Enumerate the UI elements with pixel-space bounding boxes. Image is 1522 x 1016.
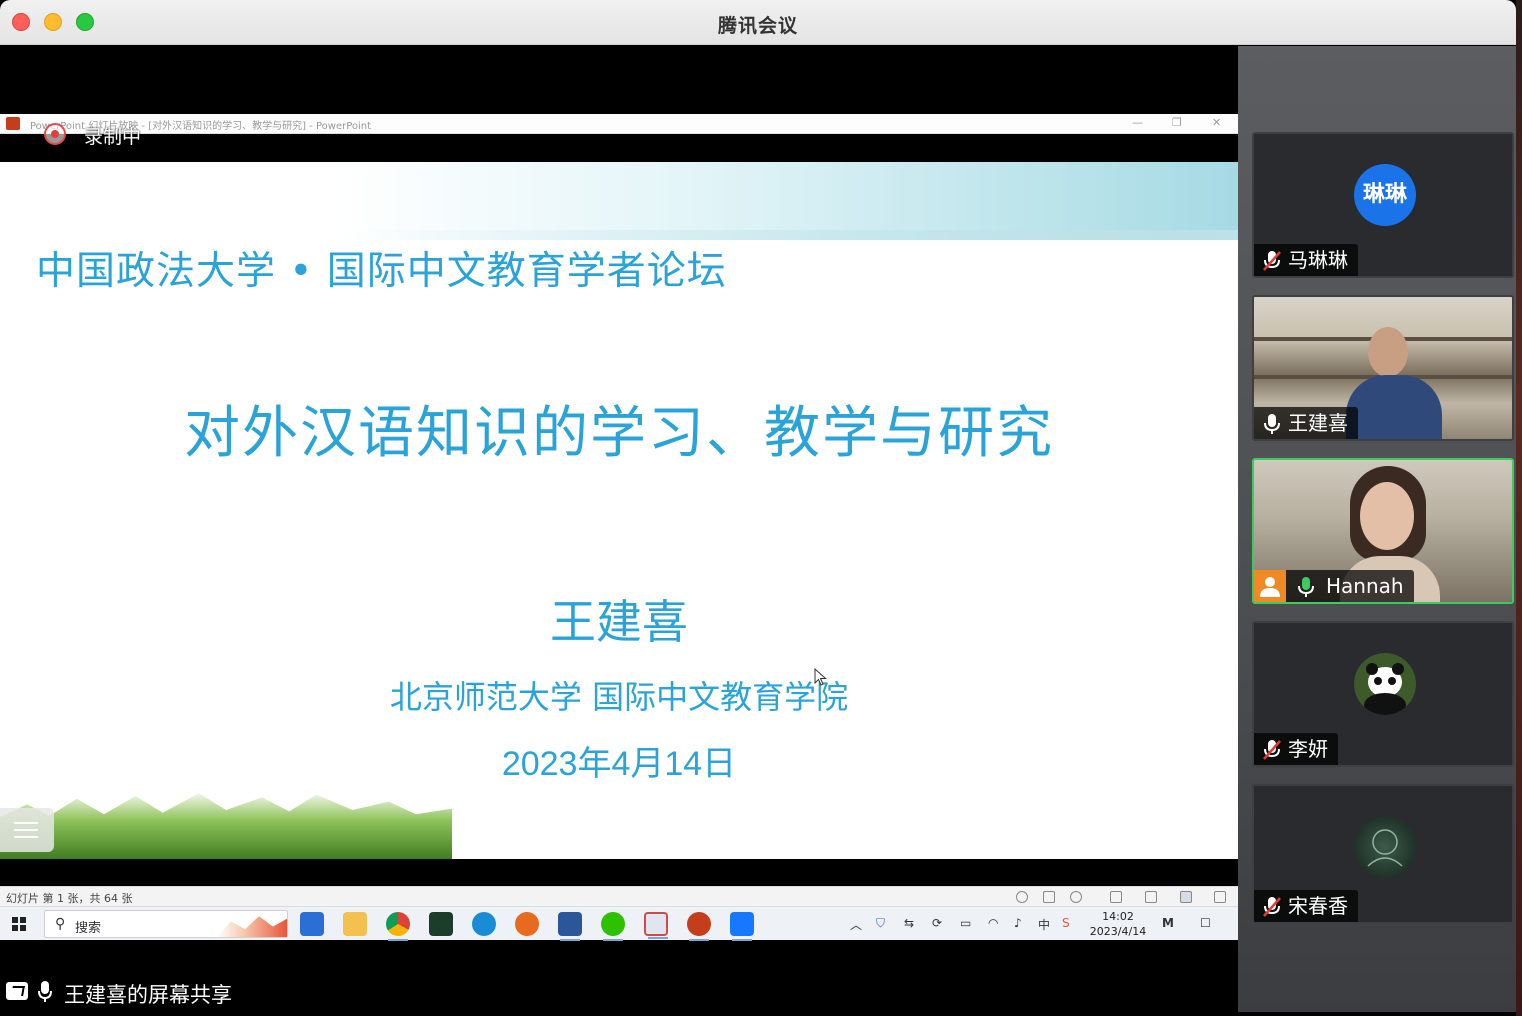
search-icon: ⚲: [55, 916, 66, 932]
ime-icon[interactable]: 中: [1038, 916, 1050, 933]
title-bar: 腾讯会议: [0, 0, 1516, 45]
recording-label: 录制中: [84, 126, 142, 148]
screen-share-label: 王建喜的屏幕共享: [0, 972, 500, 1012]
taskbar-search-box[interactable]: ⚲ 搜索: [44, 910, 288, 938]
participant-tile[interactable]: 琳琳 马琳琳: [1252, 132, 1514, 278]
chrome-icon[interactable]: [386, 912, 410, 941]
host-badge-icon: [1254, 570, 1286, 602]
avatar: 琳琳: [1354, 164, 1416, 226]
screen-tool-icon[interactable]: [644, 912, 668, 939]
wifi-icon[interactable]: ◠: [988, 916, 998, 930]
transfer-icon[interactable]: ⇆: [904, 916, 914, 930]
tray-expand-icon[interactable]: ︿: [850, 916, 862, 933]
participant-tile[interactable]: Hannah: [1252, 458, 1514, 604]
participant-tile[interactable]: 宋春香: [1252, 784, 1514, 924]
participant-name-tag: 王建喜: [1254, 407, 1358, 439]
next-slide-icon[interactable]: [1070, 891, 1082, 903]
participant-tile[interactable]: 王建喜: [1252, 295, 1514, 441]
participant-name: Hannah: [1326, 574, 1404, 598]
mic-icon: [1264, 414, 1280, 434]
slide-date: 2023年4月14日: [501, 745, 737, 783]
windows-taskbar: ⚲ 搜索 ︿ ⛉ ⇆ ⟳ ▭ ◠ ♪ 中 S 14:02 2023/4/14 M…: [0, 906, 1238, 941]
participant-name-tag: 宋春香: [1254, 890, 1358, 922]
ppt-status-bar: 幻灯片 第 1 张，共 64 张: [0, 886, 1238, 906]
participant-tile[interactable]: 李妍: [1252, 621, 1514, 767]
recording-icon: [44, 123, 66, 145]
sorter-view-icon[interactable]: [1145, 891, 1157, 903]
presentation-slide: 中国政法大学 • 国际中文教育学者论坛 对外汉语知识的学习、教学与研究 王建喜 …: [0, 162, 1238, 859]
panda-avatar-icon: [1354, 653, 1416, 715]
screen-share-icon: [6, 982, 28, 1000]
participant-name-tag: Hannah: [1286, 570, 1414, 602]
mic-muted-icon: [1263, 897, 1281, 917]
tencent-meeting-icon[interactable]: [730, 912, 754, 941]
shared-screen[interactable]: PowerPoint 幻灯片放映 - [对外汉语知识的学习、教学与研究] - P…: [0, 46, 1238, 970]
participant-name-tag: 马琳琳: [1254, 244, 1358, 276]
word-icon[interactable]: [558, 912, 582, 941]
taskbar-clock[interactable]: 14:02 2023/4/14: [1088, 909, 1148, 939]
slide-institution: 北京师范大学 国际中文教育学院: [389, 678, 849, 716]
mic-icon: [38, 980, 52, 1004]
slide-author: 王建喜: [550, 595, 688, 649]
sogou-icon[interactable]: S: [1062, 916, 1070, 930]
prev-slide-icon[interactable]: [1016, 891, 1028, 903]
slide-title: 对外汉语知识的学习、教学与研究: [184, 401, 1054, 466]
meeting-window: 腾讯会议 PowerPoint 幻灯片放映 - [对外汉语知识的学习、教学与研究…: [0, 0, 1522, 1016]
windows-start-icon[interactable]: [12, 917, 26, 931]
sync-icon[interactable]: ⟳: [932, 916, 942, 930]
window-edge: [1516, 0, 1522, 1016]
file-explorer-icon[interactable]: [343, 912, 367, 936]
grass-decoration: [0, 793, 452, 859]
search-placeholder: 搜索: [75, 921, 102, 936]
mic-muted-icon: [1263, 740, 1281, 760]
participant-name: 王建喜: [1288, 411, 1348, 435]
notification-badge-icon[interactable]: M: [1162, 916, 1174, 930]
participants-panel: 琳琳 马琳琳 王建喜 Hannah 李妍 宋春香: [1238, 46, 1516, 1012]
participant-name: 马琳琳: [1288, 248, 1348, 272]
reading-view-icon[interactable]: [1180, 891, 1192, 903]
slide-menu-button[interactable]: [0, 808, 54, 852]
action-center-icon[interactable]: ☐: [1200, 916, 1211, 930]
mic-muted-icon: [1263, 251, 1281, 271]
avatar-initials: 琳琳: [1362, 182, 1407, 207]
shield-icon[interactable]: ⛉: [876, 916, 885, 931]
screen-share-text: 王建喜的屏幕共享: [64, 983, 232, 1007]
participant-name: 李妍: [1288, 737, 1328, 761]
pp-restore-icon[interactable]: ❐: [1172, 116, 1182, 129]
firefox-icon[interactable]: [515, 912, 539, 936]
pp-close-icon[interactable]: ✕: [1212, 116, 1221, 129]
powerpoint-title-bar: PowerPoint 幻灯片放映 - [对外汉语知识的学习、教学与研究] - P…: [0, 114, 1238, 134]
wechat-icon[interactable]: [601, 912, 625, 941]
clock-date: 2023/4/14: [1089, 925, 1147, 938]
powerpoint-taskbar-icon[interactable]: [687, 912, 711, 941]
edge-icon[interactable]: [472, 912, 496, 936]
powerpoint-icon: [6, 117, 20, 130]
pp-minimize-icon[interactable]: —: [1132, 116, 1143, 129]
powerpoint-window-title: PowerPoint 幻灯片放映 - [对外汉语知识的学习、教学与研究] - P…: [30, 121, 372, 132]
battery-icon[interactable]: ▭: [960, 916, 971, 930]
mouse-cursor-icon: [814, 668, 828, 686]
slideshow-icon[interactable]: [1214, 891, 1226, 903]
clock-time: 14:02: [1102, 910, 1134, 923]
slide-header: 中国政法大学 • 国际中文教育学者论坛: [36, 249, 727, 294]
search-decoration: [217, 916, 287, 937]
window-title: 腾讯会议: [717, 15, 798, 37]
mic-active-icon: [1298, 577, 1314, 597]
volume-icon[interactable]: ♪: [1014, 916, 1022, 930]
mail-app-icon[interactable]: [300, 912, 324, 936]
notes-icon[interactable]: [1043, 891, 1055, 903]
sketch-avatar-icon: [1354, 816, 1416, 878]
slide-banner: [338, 162, 1238, 240]
app-s-icon[interactable]: [429, 912, 453, 936]
participant-name-tag: 李妍: [1254, 733, 1338, 765]
participant-name: 宋春香: [1288, 894, 1348, 918]
normal-view-icon[interactable]: [1110, 891, 1122, 903]
slide-counter: 幻灯片 第 1 张，共 64 张: [6, 892, 133, 905]
